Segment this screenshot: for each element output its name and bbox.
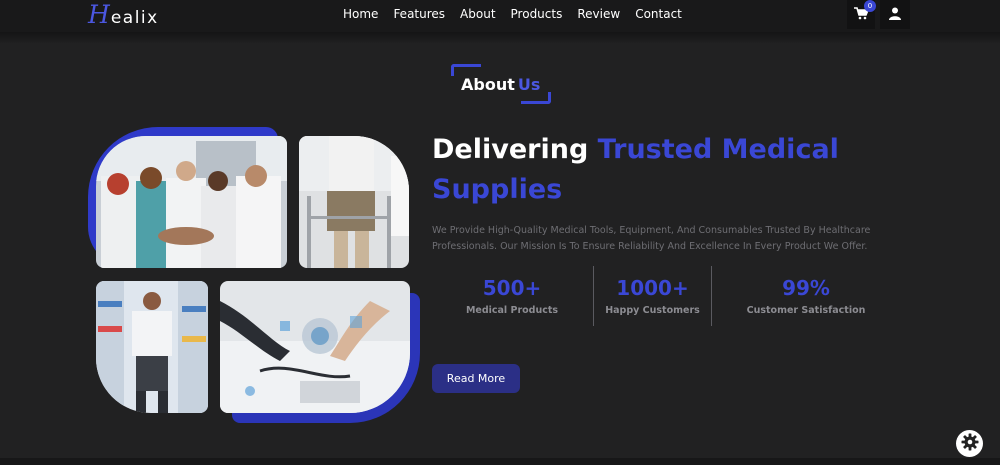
stat-value: 99% [782,276,830,300]
stat-customer-satisfaction: 99% Customer Satisfaction [712,266,900,326]
doctors-team-photo [96,136,287,268]
stat-medical-products: 500+ Medical Products [432,266,592,326]
nav-link-review[interactable]: Review [577,7,620,21]
medical-tools-photo [220,281,410,413]
walker-rehab-photo [299,136,409,268]
stats-row: 500+ Medical Products 1000+ Happy Custom… [432,266,902,326]
read-more-button[interactable]: Read More [432,364,520,393]
stat-happy-customers: 1000+ Happy Customers [594,266,711,326]
nav-link-contact[interactable]: Contact [635,7,682,21]
cart-button[interactable]: 0 [847,0,876,29]
stat-label: Medical Products [465,305,559,316]
user-account-button[interactable] [880,0,910,29]
top-navbar: H ealix Home Features About Products Rev… [0,0,1000,32]
section-title-first: About [461,75,515,94]
section-title: About Us [451,64,551,104]
nav-shadow [0,32,1000,44]
nav-menu: Home Features About Products Review Cont… [343,7,697,21]
section-bottom-edge [0,458,1000,465]
stat-label: Happy Customers [605,305,700,316]
stat-value: 500+ [482,276,542,300]
stat-value: 1000+ [616,276,689,300]
section-title-text: About Us [461,75,540,94]
gear-icon [961,433,979,455]
nav-link-home[interactable]: Home [343,7,378,21]
hero-heading-white: Delivering [432,134,589,165]
stat-label: Customer Satisfaction [746,305,866,316]
image-collage [86,125,426,425]
section-title-accent: Us [517,75,541,94]
pharmacist-photo [96,281,208,413]
logo-text: ealix [110,8,159,28]
hero-description: We Provide High-Quality Medical Tools, E… [432,225,871,252]
user-icon [889,5,901,24]
brand-logo[interactable]: H ealix [88,0,159,29]
nav-link-products[interactable]: Products [511,7,563,21]
nav-link-about[interactable]: About [460,7,495,21]
nav-link-features[interactable]: Features [393,7,445,21]
hero-heading: Delivering Trusted Medical Supplies [432,130,852,210]
settings-button[interactable] [956,430,983,457]
logo-initial: H [88,0,110,29]
cart-count-badge: 0 [864,0,876,12]
